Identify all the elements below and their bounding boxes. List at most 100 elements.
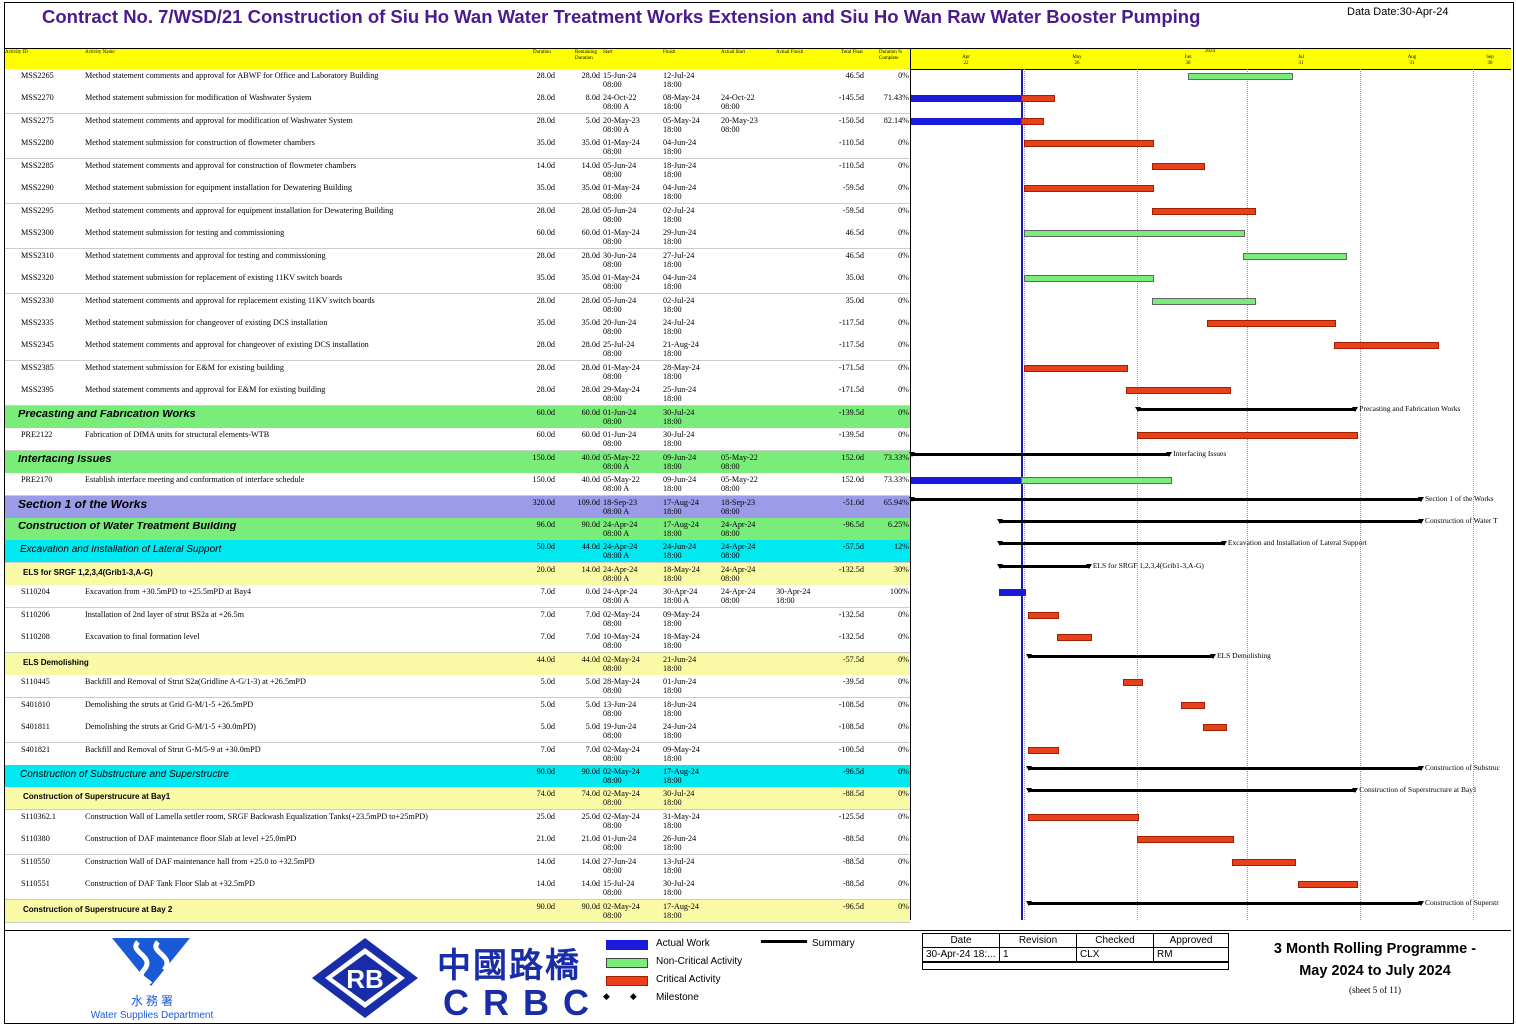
critical-bar[interactable] <box>1027 814 1140 821</box>
legend-noncritical-label: Non-Critical Activity <box>656 956 743 967</box>
summary-bar[interactable] <box>909 497 1424 502</box>
wbs-row[interactable]: Section 1 of the Works 320.0d 109.0d 18-Sep… <box>5 496 910 519</box>
activity-row[interactable]: S110362.1 Construction Wall of Lamella se… <box>5 810 910 833</box>
start-time: 08:00 <box>603 686 622 695</box>
noncritical-bar[interactable] <box>1243 253 1348 260</box>
activity-row[interactable]: MSS2280 Method statement submission for c… <box>5 136 910 159</box>
noncritical-bar[interactable] <box>1024 275 1154 282</box>
activity-row[interactable]: S401810 Demolishing the struts at Grid G-… <box>5 698 910 721</box>
wbs-row[interactable]: Interfacing Issues 150.0d 40.0d 05-May-22 08… <box>5 451 910 474</box>
critical-bar[interactable] <box>1137 836 1235 843</box>
activity-id: MSS2280 <box>21 138 54 147</box>
actual-bar[interactable] <box>911 477 1023 484</box>
critical-bar[interactable] <box>1024 365 1129 372</box>
critical-bar[interactable] <box>1151 163 1205 170</box>
wbs-row[interactable]: ELS for SRGF 1,2,3,4(Grib1-3,A-G) 20.0d 14… <box>5 563 910 586</box>
activity-row[interactable]: S110380 Construction of DAF maintenance f… <box>5 832 910 855</box>
activity-row[interactable]: S401811 Demolishing the struts at Grid G-… <box>5 720 910 743</box>
activity-row[interactable]: S110206 Installation of 2nd layer of stru… <box>5 608 910 631</box>
activity-row[interactable]: MSS2395 Method statement comments and app… <box>5 383 910 406</box>
wbs-row[interactable]: Construction of Water Treatment Building… <box>5 518 910 541</box>
critical-bar[interactable] <box>1206 320 1337 327</box>
activity-row[interactable]: MSS2335 Method statement submission for c… <box>5 316 910 339</box>
activity-row[interactable]: MSS2275 Method statement comments and app… <box>5 114 910 137</box>
activity-row[interactable]: MSS2385 Method statement submission for E… <box>5 361 910 384</box>
wbs-row[interactable]: Construction of Superstrucure at Bay1 74.… <box>5 787 910 810</box>
activity-row[interactable]: PRE2170 Establish interface meeting and c… <box>5 473 910 496</box>
summary-bar[interactable] <box>996 541 1228 546</box>
critical-bar[interactable] <box>1203 724 1227 731</box>
activity-row[interactable]: PRE2122 Fabrication of DfMA units for str… <box>5 428 910 451</box>
activity-row[interactable]: S110445 Backfill and Removal of Strut S2a… <box>5 675 910 698</box>
critical-bar[interactable] <box>1126 387 1231 394</box>
remaining-duration: 35.0d <box>581 183 600 192</box>
actual-start-time: 08:00 <box>721 484 740 493</box>
wbs-row[interactable]: Construction of Superstrucure at Bay 2 90… <box>5 900 910 923</box>
summary-bar[interactable] <box>1025 788 1358 793</box>
finish-date: 13-Jul-24 18:00 <box>663 857 721 875</box>
summary-bar[interactable] <box>996 519 1425 524</box>
start-day: 05-Jun-24 <box>603 296 637 305</box>
summary-bar[interactable] <box>1135 407 1359 412</box>
activity-row[interactable]: MSS2295 Method statement comments and app… <box>5 204 910 227</box>
actual-bar[interactable] <box>911 95 1023 102</box>
activity-id: S110380 <box>21 834 50 843</box>
start-date: 01-May-24 08:00 <box>603 228 661 246</box>
gantt-chart: Precasting and Fabrication Works Interfac… <box>908 69 1511 920</box>
activity-row[interactable]: MSS2330 Method statement comments and app… <box>5 294 910 317</box>
percent-complete: 12% <box>893 542 909 551</box>
summary-bar[interactable] <box>996 564 1093 569</box>
activity-row[interactable]: MSS2265 Method statement comments and app… <box>5 69 910 92</box>
activity-row[interactable]: MSS2320 Method statement submission for r… <box>5 271 910 294</box>
critical-bar[interactable] <box>1181 702 1205 709</box>
noncritical-bar[interactable] <box>1188 73 1293 80</box>
wbs-row[interactable]: Precasting and Fabrication Works 60.0d 60.… <box>5 406 910 429</box>
wbs-row[interactable]: Excavation and Installation of Lateral S… <box>5 540 910 563</box>
wbs-name: Construction of Superstrucure at Bay 2 <box>23 905 173 914</box>
finish-day: 01-Jun-24 <box>663 677 697 686</box>
month-gridline <box>1246 69 1248 920</box>
critical-bar[interactable] <box>1024 185 1154 192</box>
summary-bar[interactable] <box>1025 901 1425 906</box>
wbs-row[interactable]: Construction of Substructure and Superst… <box>5 765 910 788</box>
activity-row[interactable]: MSS2300 Method statement submission for t… <box>5 226 910 249</box>
activity-name: Method statement comments and approval f… <box>85 206 394 215</box>
activity-row[interactable]: S110550 Construction Wall of DAF maintena… <box>5 855 910 878</box>
noncritical-bar[interactable] <box>1024 230 1246 237</box>
critical-bar[interactable] <box>1122 679 1143 686</box>
activity-row[interactable]: MSS2345 Method statement comments and app… <box>5 338 910 361</box>
critical-bar[interactable] <box>1334 342 1439 349</box>
critical-bar[interactable] <box>1151 208 1257 215</box>
activity-row[interactable]: S110551 Construction of DAF Tank Floor Sl… <box>5 877 910 900</box>
start-time: 08:00 <box>603 821 622 830</box>
remaining-bar[interactable] <box>1020 477 1173 484</box>
critical-bar[interactable] <box>1057 634 1092 641</box>
actual-start: 24-Oct-22 08:00 <box>721 93 775 111</box>
finish-day: 02-Jul-24 <box>663 296 695 305</box>
critical-bar[interactable] <box>1024 140 1154 147</box>
activity-row[interactable]: S401821 Backfill and Removal of Strut G-M… <box>5 743 910 766</box>
remaining-bar[interactable] <box>1020 95 1056 102</box>
summary-bar[interactable] <box>908 452 1173 457</box>
actual-bar[interactable] <box>998 589 1027 596</box>
summary-bar[interactable] <box>1025 654 1217 659</box>
critical-bar[interactable] <box>1232 859 1297 866</box>
start-date: 13-Jun-24 08:00 <box>603 700 661 718</box>
summary-bar[interactable] <box>1025 766 1425 771</box>
start-time: 08:00 <box>603 327 622 336</box>
activity-row[interactable]: S110204 Excavation from +30.5mPD to +25.5… <box>5 585 910 608</box>
critical-bar[interactable] <box>1137 432 1359 439</box>
actual-bar[interactable] <box>911 118 1023 125</box>
activity-row[interactable]: MSS2290 Method statement submission for e… <box>5 181 910 204</box>
noncritical-bar[interactable] <box>1151 298 1257 305</box>
activity-row[interactable]: S110208 Excavation to final formation lev… <box>5 630 910 653</box>
remaining-bar[interactable] <box>1020 118 1045 125</box>
critical-bar[interactable] <box>1297 881 1359 888</box>
activity-row[interactable]: MSS2270 Method statement submission for m… <box>5 91 910 114</box>
critical-bar[interactable] <box>1027 747 1059 754</box>
wbs-row[interactable]: ELS Demolishing 44.0d 44.0d 02-May-24 08:00 2… <box>5 653 910 676</box>
total-float: 152.0d <box>841 453 864 462</box>
critical-bar[interactable] <box>1027 612 1059 619</box>
activity-row[interactable]: MSS2310 Method statement comments and app… <box>5 249 910 272</box>
activity-row[interactable]: MSS2285 Method statement comments and app… <box>5 159 910 182</box>
